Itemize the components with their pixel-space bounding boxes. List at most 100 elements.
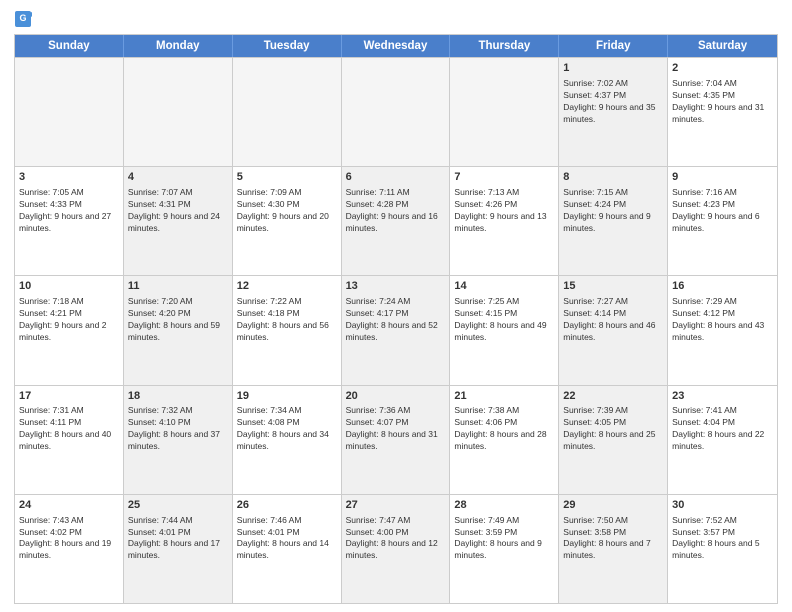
header-day-monday: Monday — [124, 35, 233, 57]
header-day-wednesday: Wednesday — [342, 35, 451, 57]
day-number: 2 — [672, 61, 773, 76]
day-number: 25 — [128, 498, 228, 513]
day-number: 4 — [128, 170, 228, 185]
cell-info: Sunrise: 7:41 AM Sunset: 4:04 PM Dayligh… — [672, 405, 773, 453]
header: G — [14, 10, 778, 28]
header-day-saturday: Saturday — [668, 35, 777, 57]
logo-icon: G — [14, 10, 32, 28]
cell-info: Sunrise: 7:18 AM Sunset: 4:21 PM Dayligh… — [19, 296, 119, 344]
cell-info: Sunrise: 7:25 AM Sunset: 4:15 PM Dayligh… — [454, 296, 554, 344]
calendar-cell-empty-0-0 — [15, 58, 124, 166]
day-number: 18 — [128, 389, 228, 404]
header-day-thursday: Thursday — [450, 35, 559, 57]
calendar-cell-empty-0-2 — [233, 58, 342, 166]
day-number: 23 — [672, 389, 773, 404]
cell-info: Sunrise: 7:07 AM Sunset: 4:31 PM Dayligh… — [128, 187, 228, 235]
cell-info: Sunrise: 7:39 AM Sunset: 4:05 PM Dayligh… — [563, 405, 663, 453]
cell-info: Sunrise: 7:47 AM Sunset: 4:00 PM Dayligh… — [346, 515, 446, 563]
calendar-cell-14: 14 Sunrise: 7:25 AM Sunset: 4:15 PM Dayli… — [450, 276, 559, 384]
day-number: 15 — [563, 279, 663, 294]
calendar-cell-5: 5 Sunrise: 7:09 AM Sunset: 4:30 PM Daylig… — [233, 167, 342, 275]
day-number: 16 — [672, 279, 773, 294]
calendar-cell-1: 1Sunrise: 7:02 AM Sunset: 4:37 PM Daylig… — [559, 58, 668, 166]
calendar-header: SundayMondayTuesdayWednesdayThursdayFrid… — [15, 35, 777, 57]
header-day-friday: Friday — [559, 35, 668, 57]
calendar-cell-3: 3 Sunrise: 7:05 AM Sunset: 4:33 PM Daylig… — [15, 167, 124, 275]
calendar-cell-23: 23Sunrise: 7:41 AM Sunset: 4:04 PM Dayli… — [668, 386, 777, 494]
cell-info: Sunrise: 7:31 AM Sunset: 4:11 PM Dayligh… — [19, 405, 119, 453]
day-number: 27 — [346, 498, 446, 513]
calendar-cell-18: 18Sunrise: 7:32 AM Sunset: 4:10 PM Dayli… — [124, 386, 233, 494]
header-day-tuesday: Tuesday — [233, 35, 342, 57]
header-day-sunday: Sunday — [15, 35, 124, 57]
calendar-cell-10: 10Sunrise: 7:18 AM Sunset: 4:21 PM Dayli… — [15, 276, 124, 384]
calendar-cell-6: 6 Sunrise: 7:11 AM Sunset: 4:28 PM Daylig… — [342, 167, 451, 275]
calendar-cell-16: 16 Sunrise: 7:29 AM Sunset: 4:12 PM Dayli… — [668, 276, 777, 384]
calendar-cell-9: 9Sunrise: 7:16 AM Sunset: 4:23 PM Daylig… — [668, 167, 777, 275]
cell-info: Sunrise: 7:43 AM Sunset: 4:02 PM Dayligh… — [19, 515, 119, 563]
day-number: 22 — [563, 389, 663, 404]
logo: G — [14, 10, 34, 28]
day-number: 8 — [563, 170, 663, 185]
cell-info: Sunrise: 7:44 AM Sunset: 4:01 PM Dayligh… — [128, 515, 228, 563]
calendar-cell-8: 8 Sunrise: 7:15 AM Sunset: 4:24 PM Daylig… — [559, 167, 668, 275]
calendar-cell-30: 30Sunrise: 7:52 AM Sunset: 3:57 PM Dayli… — [668, 495, 777, 603]
cell-info: Sunrise: 7:34 AM Sunset: 4:08 PM Dayligh… — [237, 405, 337, 453]
calendar-cell-21: 21Sunrise: 7:38 AM Sunset: 4:06 PM Dayli… — [450, 386, 559, 494]
cell-info: Sunrise: 7:22 AM Sunset: 4:18 PM Dayligh… — [237, 296, 337, 344]
calendar-cell-4: 4 Sunrise: 7:07 AM Sunset: 4:31 PM Daylig… — [124, 167, 233, 275]
cell-info: Sunrise: 7:38 AM Sunset: 4:06 PM Dayligh… — [454, 405, 554, 453]
cell-info: Sunrise: 7:13 AM Sunset: 4:26 PM Dayligh… — [454, 187, 554, 235]
cell-info: Sunrise: 7:02 AM Sunset: 4:37 PM Dayligh… — [563, 78, 663, 126]
calendar-row-3: 10Sunrise: 7:18 AM Sunset: 4:21 PM Dayli… — [15, 275, 777, 384]
calendar-row-2: 3 Sunrise: 7:05 AM Sunset: 4:33 PM Daylig… — [15, 166, 777, 275]
day-number: 26 — [237, 498, 337, 513]
cell-info: Sunrise: 7:46 AM Sunset: 4:01 PM Dayligh… — [237, 515, 337, 563]
calendar-cell-empty-0-4 — [450, 58, 559, 166]
calendar-cell-empty-0-1 — [124, 58, 233, 166]
day-number: 29 — [563, 498, 663, 513]
calendar-cell-20: 20Sunrise: 7:36 AM Sunset: 4:07 PM Dayli… — [342, 386, 451, 494]
day-number: 7 — [454, 170, 554, 185]
calendar-cell-28: 28Sunrise: 7:49 AM Sunset: 3:59 PM Dayli… — [450, 495, 559, 603]
calendar-cell-13: 13Sunrise: 7:24 AM Sunset: 4:17 PM Dayli… — [342, 276, 451, 384]
cell-info: Sunrise: 7:32 AM Sunset: 4:10 PM Dayligh… — [128, 405, 228, 453]
calendar-body: 1Sunrise: 7:02 AM Sunset: 4:37 PM Daylig… — [15, 57, 777, 603]
page: G SundayMondayTuesdayWednesdayThursdayFr… — [0, 0, 792, 612]
day-number: 6 — [346, 170, 446, 185]
calendar: SundayMondayTuesdayWednesdayThursdayFrid… — [14, 34, 778, 604]
cell-info: Sunrise: 7:11 AM Sunset: 4:28 PM Dayligh… — [346, 187, 446, 235]
day-number: 11 — [128, 279, 228, 294]
calendar-cell-2: 2 Sunrise: 7:04 AM Sunset: 4:35 PM Daylig… — [668, 58, 777, 166]
day-number: 20 — [346, 389, 446, 404]
svg-text:G: G — [19, 13, 26, 23]
cell-info: Sunrise: 7:05 AM Sunset: 4:33 PM Dayligh… — [19, 187, 119, 235]
calendar-row-1: 1Sunrise: 7:02 AM Sunset: 4:37 PM Daylig… — [15, 57, 777, 166]
day-number: 24 — [19, 498, 119, 513]
day-number: 30 — [672, 498, 773, 513]
calendar-cell-27: 27 Sunrise: 7:47 AM Sunset: 4:00 PM Dayli… — [342, 495, 451, 603]
day-number: 14 — [454, 279, 554, 294]
calendar-cell-26: 26 Sunrise: 7:46 AM Sunset: 4:01 PM Dayli… — [233, 495, 342, 603]
cell-info: Sunrise: 7:27 AM Sunset: 4:14 PM Dayligh… — [563, 296, 663, 344]
day-number: 19 — [237, 389, 337, 404]
day-number: 9 — [672, 170, 773, 185]
day-number: 12 — [237, 279, 337, 294]
day-number: 3 — [19, 170, 119, 185]
cell-info: Sunrise: 7:20 AM Sunset: 4:20 PM Dayligh… — [128, 296, 228, 344]
calendar-cell-17: 17Sunrise: 7:31 AM Sunset: 4:11 PM Dayli… — [15, 386, 124, 494]
cell-info: Sunrise: 7:29 AM Sunset: 4:12 PM Dayligh… — [672, 296, 773, 344]
calendar-row-5: 24 Sunrise: 7:43 AM Sunset: 4:02 PM Dayli… — [15, 494, 777, 603]
cell-info: Sunrise: 7:49 AM Sunset: 3:59 PM Dayligh… — [454, 515, 554, 563]
cell-info: Sunrise: 7:04 AM Sunset: 4:35 PM Dayligh… — [672, 78, 773, 126]
calendar-cell-11: 11 Sunrise: 7:20 AM Sunset: 4:20 PM Dayli… — [124, 276, 233, 384]
day-number: 17 — [19, 389, 119, 404]
calendar-cell-12: 12 Sunrise: 7:22 AM Sunset: 4:18 PM Dayli… — [233, 276, 342, 384]
calendar-row-4: 17Sunrise: 7:31 AM Sunset: 4:11 PM Dayli… — [15, 385, 777, 494]
cell-info: Sunrise: 7:24 AM Sunset: 4:17 PM Dayligh… — [346, 296, 446, 344]
cell-info: Sunrise: 7:15 AM Sunset: 4:24 PM Dayligh… — [563, 187, 663, 235]
cell-info: Sunrise: 7:09 AM Sunset: 4:30 PM Dayligh… — [237, 187, 337, 235]
day-number: 5 — [237, 170, 337, 185]
day-number: 21 — [454, 389, 554, 404]
calendar-cell-24: 24 Sunrise: 7:43 AM Sunset: 4:02 PM Dayli… — [15, 495, 124, 603]
